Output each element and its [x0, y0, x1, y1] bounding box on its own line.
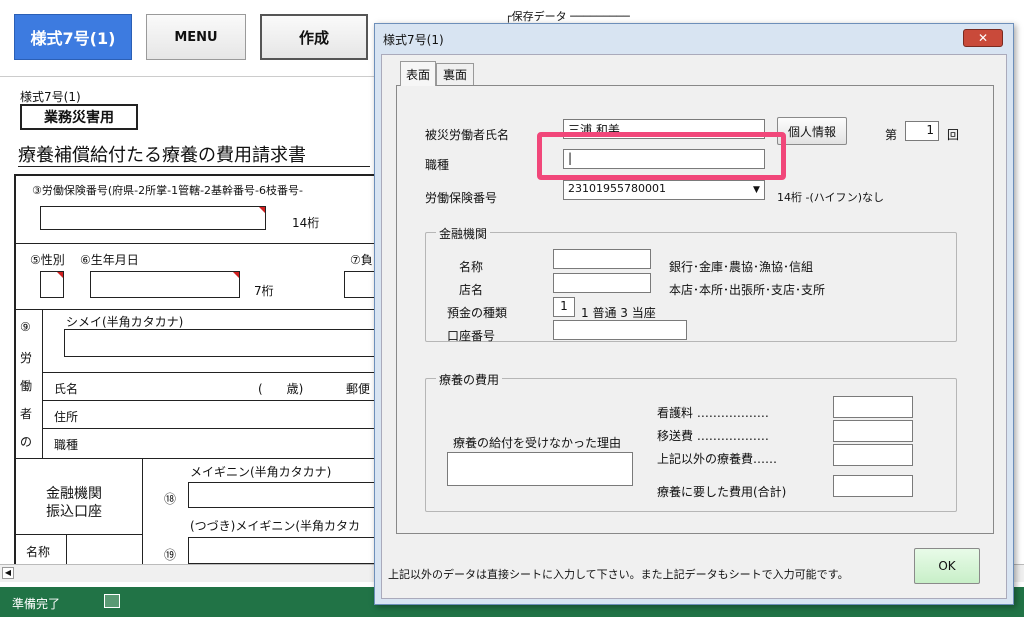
column-divider [66, 535, 67, 564]
menu-button[interactable]: MENU [146, 14, 246, 60]
worker-char: 働 [20, 379, 33, 393]
ok-button[interactable]: OK [914, 548, 980, 584]
insurance-number-cell[interactable] [40, 206, 266, 230]
insurance-number-label: 労働保険番号 [425, 191, 498, 205]
circle9-label: ⑨ [20, 320, 31, 334]
digits14-label: 14桁 [292, 216, 320, 230]
kana-name-cell[interactable] [64, 329, 374, 357]
reason-field[interactable] [447, 452, 633, 486]
column-divider [42, 310, 43, 458]
bank-group-title: 金融機関 [436, 225, 491, 242]
tab-page-front: 被災労働者氏名 三浦 和美 個人情報 第 1 回 職種 | 労働保険番号 231… [396, 85, 994, 534]
total-cost-label: 療養に要した費用(合計) [657, 485, 787, 499]
dialog-body: 表面 裏面 被災労働者氏名 三浦 和美 個人情報 第 1 回 職種 | 労働保険… [381, 54, 1007, 599]
deposit-type-label: 預金の種類 [447, 306, 508, 320]
nth-field[interactable]: 1 [905, 121, 939, 141]
birth-date-cell[interactable] [90, 271, 240, 298]
job-label: 職種 [54, 438, 79, 452]
bank-name-label: 名称 [26, 545, 51, 559]
deposit-type-field[interactable]: 1 [553, 297, 575, 317]
field7-cell[interactable] [344, 271, 374, 298]
macro-record-icon[interactable] [104, 594, 120, 608]
bank-name-label: 名称 [459, 260, 484, 274]
other-cost-label: 上記以外の療養費‥‥‥ [657, 452, 778, 466]
insurance-number-label: ③労働保険番号(府県-2所掌-1管轄-2基幹番号-6枝番号- [32, 184, 303, 197]
sex-cell[interactable] [40, 271, 64, 298]
bank-label: 金融機関 [46, 486, 102, 502]
create-button[interactable]: 作成 [260, 14, 368, 60]
branch-field[interactable] [553, 273, 651, 293]
kana-name-label: シメイ(半角カタカナ) [66, 315, 184, 329]
birth-date-label: ⑥生年月日 [80, 253, 139, 267]
footer-note: 上記以外のデータは直接シートに入力して下さい。また上記データもシートで入力可能で… [388, 568, 849, 581]
circle18-label: ⑱ [164, 492, 177, 506]
total-cost-field[interactable] [833, 475, 913, 497]
field7-label: ⑦負 [350, 253, 373, 267]
account-number-field[interactable] [553, 320, 687, 340]
insurance-number-note: 14桁 -(ハイフン)なし [777, 191, 885, 204]
title-underline [18, 166, 370, 167]
cost-group-title: 療養の費用 [436, 371, 503, 388]
row-divider [14, 458, 374, 459]
worker-char: 者 [20, 407, 33, 421]
row-divider [14, 534, 142, 535]
nursing-fee-label: 看護料 ‥‥‥‥‥‥‥‥‥ [657, 406, 769, 420]
form-dialog: 様式7号(1) ✕ 表面 裏面 被災労働者氏名 三浦 和美 個人情報 第 1 回… [374, 23, 1014, 605]
sex-label: ⑤性別 [30, 253, 65, 267]
branch-label: 店名 [459, 283, 484, 297]
document-title: 療養補償給付たる療養の費用請求書 [18, 145, 306, 166]
dialog-title: 様式7号(1) [383, 33, 444, 47]
account-kana-cell[interactable] [188, 482, 374, 508]
postal-label: 郵便 [346, 382, 371, 396]
account-kana2-label: (つづき)メイギニン(半角カタカ [190, 519, 361, 533]
tab-back[interactable]: 裏面 [436, 63, 474, 85]
transport-fee-label: 移送費 ‥‥‥‥‥‥‥‥‥ [657, 429, 769, 443]
status-ready: 準備完了 [12, 597, 61, 611]
digits7-label: 7桁 [254, 284, 274, 298]
account-kana2-cell[interactable] [188, 537, 374, 564]
nursing-fee-field[interactable] [833, 396, 913, 418]
other-cost-field[interactable] [833, 444, 913, 466]
scroll-left-icon[interactable]: ◀ [2, 567, 14, 579]
reason-label: 療養の給付を受けなかった理由 [453, 436, 622, 450]
account-number-label: 口座番号 [447, 329, 496, 343]
chevron-down-icon[interactable]: ▼ [749, 181, 764, 199]
worker-char: 労 [20, 351, 33, 365]
circle19-label: ⑲ [164, 548, 177, 562]
insurance-number-select[interactable]: 23101955780001 [563, 180, 765, 200]
frame-top [14, 174, 374, 176]
category-box: 業務災害用 [20, 104, 138, 130]
worker-char: の [20, 435, 33, 449]
tab-front[interactable]: 表面 [400, 61, 436, 86]
save-data-label: ┌保存データ ───────── [505, 10, 630, 23]
age-label: ( 歳) [258, 382, 304, 396]
column-divider [142, 459, 143, 564]
transfer-account-label: 振込口座 [46, 504, 102, 520]
bank-name-field[interactable] [553, 249, 651, 269]
row-divider [14, 243, 374, 244]
form-button[interactable]: 様式7号(1) [14, 14, 132, 60]
job-label: 職種 [425, 158, 450, 172]
row-divider [42, 372, 374, 373]
row-divider [14, 309, 374, 310]
frame-left [14, 174, 16, 564]
form-name: 様式7号(1) [20, 90, 81, 104]
job-field[interactable]: | [563, 149, 765, 169]
transport-fee-field[interactable] [833, 420, 913, 442]
account-kana-label: メイギニン(半角カタカナ) [190, 465, 332, 479]
divider [0, 76, 374, 77]
row-divider [42, 428, 374, 429]
row-divider [42, 400, 374, 401]
injured-name-field[interactable]: 三浦 和美 [563, 119, 765, 139]
personal-info-button[interactable]: 個人情報 [777, 117, 847, 145]
close-icon[interactable]: ✕ [963, 29, 1003, 47]
branch-note: 本店･本所･出張所･支店･支所 [669, 283, 826, 297]
nth-prefix: 第 [885, 128, 898, 142]
nth-suffix: 回 [947, 128, 960, 142]
worker-name-label: 氏名 [54, 382, 79, 396]
deposit-type-note: 1 普通 3 当座 [581, 306, 656, 320]
injured-name-label: 被災労働者氏名 [425, 128, 510, 142]
address-label: 住所 [54, 410, 79, 424]
bank-name-note: 銀行･金庫･農協･漁協･信組 [669, 260, 814, 274]
